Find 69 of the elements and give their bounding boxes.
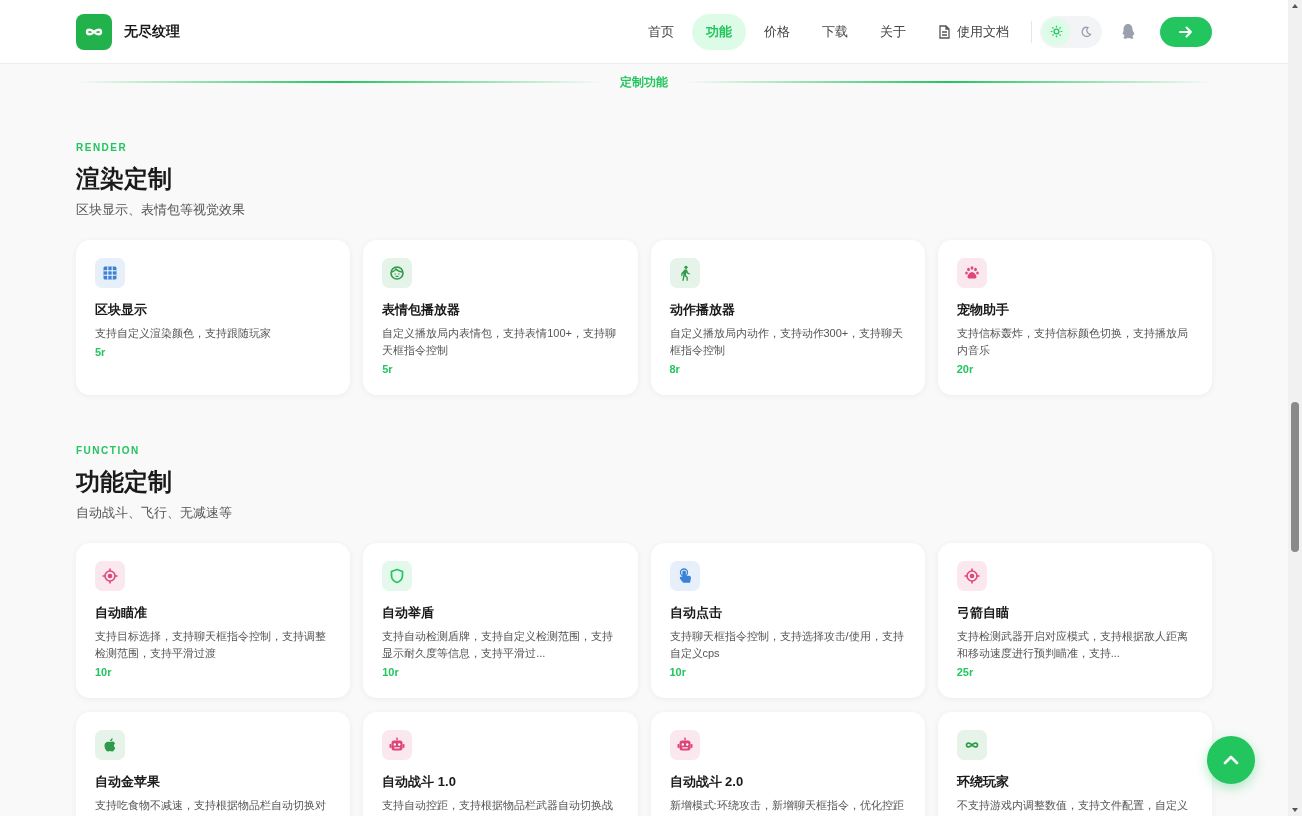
feature-card[interactable]: 表情包播放器 自定义播放局内表情包，支持表情100+，支持聊天框指令控制 5r	[363, 240, 638, 395]
chevron-up-icon	[1223, 755, 1239, 765]
feature-card[interactable]: 自动点击 支持聊天框指令控制，支持选择攻击/使用，支持自定义cps 10r	[650, 543, 925, 698]
price-label: 25r	[956, 666, 975, 678]
logo-icon[interactable]	[76, 13, 112, 50]
scroll-up-icon[interactable]	[1291, 2, 1299, 10]
feature-card[interactable]: 宠物助手 支持信标轰炸，支持信标颜色切换，支持播放局内音乐 20r	[937, 240, 1212, 395]
card-title: 环绕玩家	[956, 773, 1010, 791]
scrollbar[interactable]	[1288, 0, 1302, 816]
feature-card[interactable]: 自动战斗 1.0 支持自动控距，支持根据物品栏武器自动切换战	[363, 712, 638, 816]
section-title: 渲染定制	[76, 164, 173, 194]
card-title: 表情包播放器	[382, 301, 462, 319]
card-description: 支持检测武器开启对应模式，支持根据敌人距离和移动速度进行预判瞄准，支持...	[956, 629, 1189, 661]
feature-card[interactable]: 自动举盾 支持自动检测盾牌，支持自定义检测范围，支持显示耐久度等信息，支持平滑过... 10r	[363, 543, 638, 698]
card-title: 自动瞄准	[95, 604, 148, 622]
document-icon	[938, 24, 951, 39]
card-description: 支持聊天框指令控制，支持选择攻击/使用，支持自定义cps	[669, 629, 905, 661]
nav-link[interactable]: 关于	[866, 13, 920, 50]
arrow-button[interactable]	[1160, 16, 1212, 47]
price-label: 10r	[382, 666, 400, 678]
feature-card[interactable]: 自动瞄准 支持目标选择，支持聊天框指令控制，支持调整检测范围，支持平滑过渡 10r	[76, 543, 351, 698]
sun-icon[interactable]	[1042, 17, 1070, 46]
card-title: 自动战斗 2.0	[669, 773, 745, 791]
card-title: 弓箭自瞄	[956, 604, 1010, 622]
card-description: 新增模式:环绕攻击，新增聊天框指令，优化控距	[669, 798, 905, 813]
section-eyebrow: RENDER	[76, 142, 129, 153]
card-description: 支持自定义渲染颜色，支持跟随玩家	[95, 326, 272, 341]
card-description: 支持信标轰炸，支持信标颜色切换，支持播放局内音乐	[956, 326, 1189, 358]
brand-name[interactable]: 无尽纹理	[124, 22, 180, 41]
feature-card[interactable]: 自动金苹果 支持吃食物不减速，支持根据物品栏自动切换对	[76, 712, 351, 816]
card-description: 支持自动控距，支持根据物品栏武器自动切换战	[382, 798, 615, 813]
card-title: 区块显示	[95, 301, 148, 319]
card-description: 自定义播放局内动作，支持动作300+，支持聊天框指令控制	[669, 326, 905, 358]
divider-label: 定制功能	[620, 73, 668, 91]
section-subtitle: 区块显示、表情包等视觉效果	[76, 201, 246, 219]
feature-card[interactable]: 自动战斗 2.0 新增模式:环绕攻击，新增聊天框指令，优化控距	[650, 712, 925, 816]
feature-card[interactable]: 区块显示 支持自定义渲染颜色，支持跟随玩家 5r	[76, 240, 351, 395]
card-description: 不支持游戏内调整数值，支持文件配置，自定义	[956, 798, 1189, 813]
nav-link[interactable]: 价格	[750, 13, 804, 50]
feature-card[interactable]: 弓箭自瞄 支持检测武器开启对应模式，支持根据敌人距离和移动速度进行预判瞄准，支持... 25r	[937, 543, 1212, 698]
price-label: 10r	[95, 666, 113, 678]
card-title: 自动点击	[669, 604, 723, 622]
docs-link[interactable]: 使用文档	[924, 13, 1023, 50]
section-eyebrow: FUNCTION	[76, 445, 141, 456]
card-description: 自定义播放局内表情包，支持表情100+，支持聊天框指令控制	[382, 326, 618, 358]
penguin-icon[interactable]	[1120, 23, 1136, 40]
nav-link[interactable]: 下载	[808, 13, 862, 50]
card-title: 自动战斗 1.0	[382, 773, 457, 791]
price-label: 20r	[956, 363, 975, 375]
price-label: 8r	[669, 363, 681, 375]
scroll-down-icon[interactable]	[1291, 806, 1299, 814]
price-label: 5r	[95, 346, 107, 358]
price-label: 5r	[382, 363, 394, 375]
card-description: 支持目标选择，支持聊天框指令控制，支持调整检测范围，支持平滑过渡	[95, 629, 327, 661]
card-description: 支持自动检测盾牌，支持自定义检测范围，支持显示耐久度等信息，支持平滑过...	[382, 629, 615, 661]
card-title: 自动金苹果	[95, 773, 161, 791]
card-title: 自动举盾	[382, 604, 436, 622]
arrow-icon	[1179, 25, 1193, 38]
feature-card[interactable]: 环绕玩家 不支持游戏内调整数值，支持文件配置，自定义	[937, 712, 1212, 816]
section-subtitle: 自动战斗、飞行、无减速等	[76, 504, 233, 522]
card-title: 宠物助手	[956, 301, 1010, 319]
card-description: 支持吃食物不减速，支持根据物品栏自动切换对	[95, 798, 327, 813]
nav-link[interactable]: 首页	[634, 13, 688, 50]
card-title: 动作播放器	[669, 301, 736, 319]
price-label: 10r	[669, 666, 688, 678]
feature-card[interactable]: 动作播放器 自定义播放局内动作，支持动作300+，支持聊天框指令控制 8r	[650, 240, 925, 395]
scrollbar-thumb[interactable]	[1291, 402, 1299, 552]
section-title: 功能定制	[76, 467, 173, 497]
back-to-top-button[interactable]	[1207, 736, 1255, 784]
